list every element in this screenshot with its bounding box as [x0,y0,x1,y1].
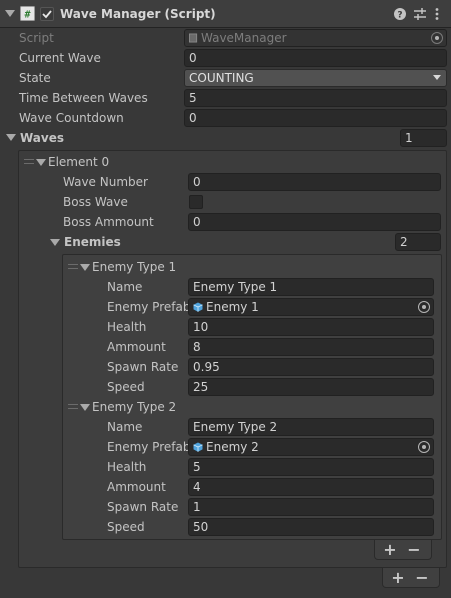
wave-number-field[interactable]: 0 [188,173,441,191]
ammount-field[interactable]: 4 [188,478,434,496]
enemy-name-field[interactable]: Enemy Type 2 [188,418,434,436]
time-between-waves-field[interactable]: 5 [184,89,447,107]
enemy-foldout-arrow-icon[interactable] [80,264,90,271]
speed-label: Speed [107,380,145,394]
add-enemy-button[interactable]: + [379,540,401,560]
waves-size-field[interactable]: 1 [400,129,447,147]
wave-number-label: Wave Number [63,175,148,189]
wave-countdown-label: Wave Countdown [19,111,124,125]
object-picker-icon[interactable] [431,32,443,44]
waves-foldout-arrow-icon[interactable] [6,134,16,141]
script-label: Script [19,31,54,45]
dropdown-arrow-icon [433,75,441,80]
spawn-rate-label: Spawn Rate [107,360,179,374]
object-picker-icon[interactable] [418,301,430,313]
waves-add-remove-bar: + − [382,568,440,588]
more-options-icon[interactable] [433,7,441,21]
enemy-prefab-label: Enemy Prefab [107,300,191,314]
boss-wave-label: Boss Wave [63,195,128,209]
speed-field[interactable]: 50 [188,518,434,536]
state-dropdown[interactable]: COUNTING [184,69,447,87]
object-picker-icon[interactable] [418,441,430,453]
enemy-prefab-field[interactable]: Enemy 2 [188,438,434,456]
boss-wave-checkbox[interactable] [189,195,203,209]
enemies-add-remove-bar: + − [374,540,432,560]
waves-label: Waves [20,131,65,145]
component-title: Wave Manager (Script) [60,7,216,21]
enemy-name-label: Name [107,280,143,294]
state-dropdown-value: COUNTING [189,71,254,85]
drag-handle-icon[interactable] [68,264,78,269]
enemy-element-label: Enemy Type 1 [92,260,177,274]
prefab-cube-icon [193,302,203,312]
element-label: Element 0 [48,155,110,169]
enemy-prefab-field[interactable]: Enemy 1 [188,298,434,316]
health-label: Health [107,460,147,474]
state-label: State [19,71,51,85]
ammount-field[interactable]: 8 [188,338,434,356]
check-icon [42,10,52,19]
csharp-script-icon: # [20,6,35,21]
enemy-element-label: Enemy Type 2 [92,400,177,414]
health-field[interactable]: 5 [188,458,434,476]
enemy-foldout-arrow-icon[interactable] [80,404,90,411]
add-wave-button[interactable]: + [387,568,409,588]
remove-enemy-button[interactable]: − [403,540,425,560]
ammount-label: Ammount [107,480,166,494]
speed-label: Speed [107,520,145,534]
svg-text:?: ? [397,11,402,21]
ammount-label: Ammount [107,340,166,354]
enemy-name-field[interactable]: Enemy Type 1 [188,278,434,296]
enemies-foldout-arrow-icon[interactable] [50,239,60,246]
current-wave-label: Current Wave [19,51,101,65]
health-field[interactable]: 10 [188,318,434,336]
svg-text:#: # [24,10,30,21]
spawn-rate-field[interactable]: 0.95 [188,358,434,376]
script-field[interactable]: WaveManager [184,29,447,47]
time-between-waves-label: Time Between Waves [19,91,148,105]
preset-sliders-icon[interactable] [413,7,427,21]
enabled-checkbox[interactable] [40,7,54,21]
drag-handle-icon[interactable] [68,404,78,409]
boss-ammount-field[interactable]: 0 [188,213,441,231]
enemies-size-field[interactable]: 2 [395,233,441,251]
help-icon[interactable]: ? [393,7,407,21]
enemies-label: Enemies [64,235,121,249]
drag-handle-icon[interactable] [24,159,34,164]
enemy-prefab-value: Enemy 1 [206,300,259,314]
foldout-arrow-icon[interactable] [5,10,15,17]
prefab-cube-icon [193,442,203,452]
boss-ammount-label: Boss Ammount [63,215,154,229]
script-field-value: WaveManager [201,31,287,45]
speed-field[interactable]: 25 [188,378,434,396]
remove-wave-button[interactable]: − [411,568,433,588]
wave-countdown-field[interactable]: 0 [184,109,447,127]
spawn-rate-label: Spawn Rate [107,500,179,514]
enemy-prefab-value: Enemy 2 [206,440,259,454]
enemy-name-label: Name [107,420,143,434]
spawn-rate-field[interactable]: 1 [188,498,434,516]
health-label: Health [107,320,147,334]
script-asset-icon [189,33,198,43]
enemy-prefab-label: Enemy Prefab [107,440,191,454]
element-foldout-arrow-icon[interactable] [36,159,46,166]
current-wave-field[interactable]: 0 [184,49,447,67]
